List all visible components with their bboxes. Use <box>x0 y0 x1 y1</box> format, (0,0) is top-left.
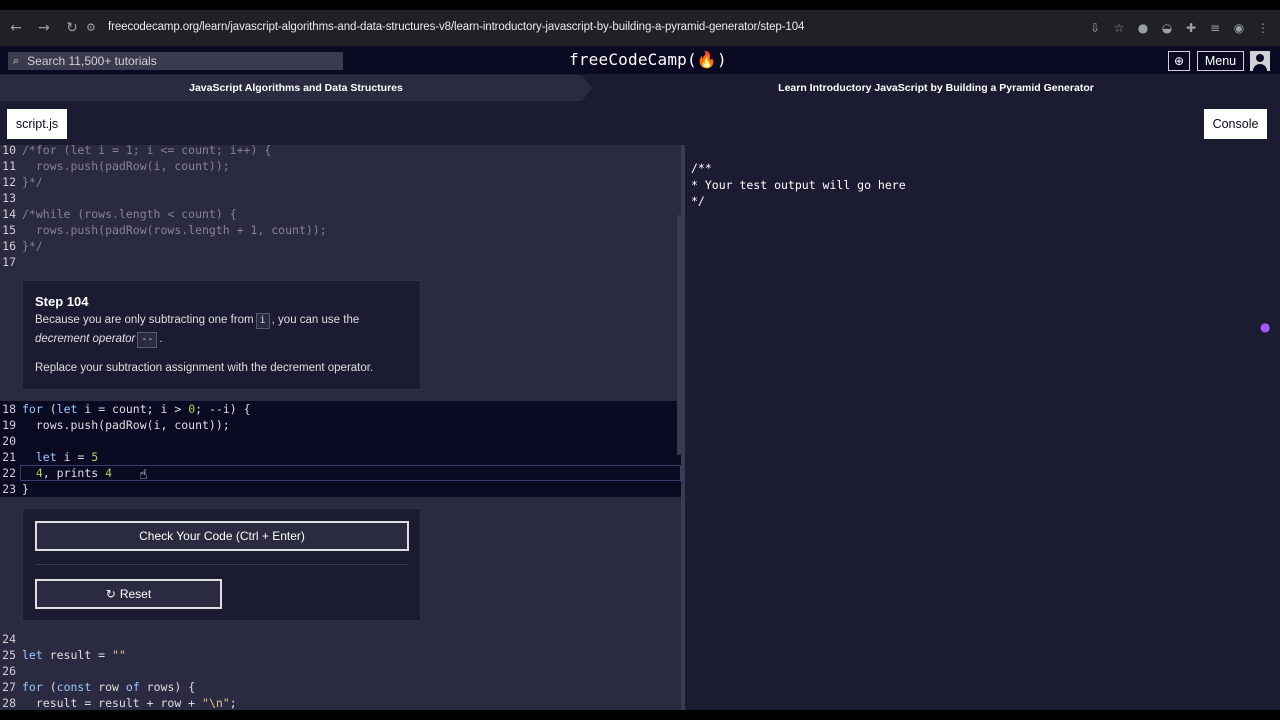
reset-button[interactable]: ↻ Reset <box>35 579 222 609</box>
line-number: 27 <box>2 680 16 694</box>
step-title: Step 104 <box>35 294 89 309</box>
console-line: * Your test output will go here <box>691 177 906 192</box>
line-number: 15 <box>2 223 16 237</box>
editor-tabbar: script.js Console <box>0 101 1280 145</box>
line-number: 25 <box>2 648 16 662</box>
line-number: 12 <box>2 175 16 189</box>
browser-actions: ⇩ ☆ ● ◒ ✚ ≡ ◉ ⋮ <box>1086 10 1272 46</box>
line-number: 20 <box>2 434 16 448</box>
code-text[interactable]: 4, prints 4 <box>22 465 112 481</box>
extension-icon[interactable]: ● <box>1134 19 1152 37</box>
breadcrumb-superblock[interactable]: JavaScript Algorithms and Data Structure… <box>0 75 592 101</box>
line-number: 26 <box>2 664 16 678</box>
console-output: /** * Your test output will go here */ <box>685 145 1280 710</box>
divider <box>35 564 409 565</box>
breadcrumb-block[interactable]: Learn Introductory JavaScript by Buildin… <box>592 75 1280 101</box>
current-line-highlight <box>20 465 681 481</box>
line-number: 18 <box>2 402 16 416</box>
fcc-navbar: ⌕ Search 11,500+ tutorials freeCodeCamp(… <box>0 46 1280 75</box>
code-text[interactable]: for (let i = count; i > 0; --i) { <box>22 401 251 417</box>
check-code-button[interactable]: Check Your Code (Ctrl + Enter) <box>35 521 409 551</box>
site-info-icon[interactable]: ⚙ <box>86 21 106 34</box>
inline-code-i: i <box>255 313 270 329</box>
step-description: Step 104 Because you are only subtractin… <box>22 280 421 390</box>
code-text[interactable]: /*for (let i = 1; i <= count; i++) { <box>22 145 271 158</box>
line-number: 10 <box>2 145 16 157</box>
mouse-cursor-icon: ☝ <box>139 467 148 483</box>
code-text[interactable]: rows.push(padRow(i, count)); <box>22 158 230 174</box>
line-number: 13 <box>2 191 16 205</box>
code-editor[interactable]: 10 /*for (let i = 1; i <= count; i++) { 11… <box>0 145 681 710</box>
reset-icon: ↻ <box>105 587 116 601</box>
line-number: 22 <box>2 466 16 480</box>
search-icon: ⌕ <box>13 54 20 67</box>
code-text[interactable]: for (const row of rows) { <box>22 679 195 695</box>
code-text[interactable]: rows.push(padRow(rows.length + 1, count)… <box>22 222 327 238</box>
console-line: */ <box>691 194 705 208</box>
media-icon[interactable]: ≡ <box>1206 19 1224 37</box>
line-number: 16 <box>2 239 16 253</box>
line-number: 14 <box>2 207 16 221</box>
action-panel: Check Your Code (Ctrl + Enter) ↻ Reset <box>22 508 421 621</box>
menu-button[interactable]: Menu <box>1197 51 1244 71</box>
window-bottom-edge <box>0 710 1280 720</box>
install-icon[interactable]: ⇩ <box>1086 19 1104 37</box>
line-number: 17 <box>2 255 16 269</box>
line-number: 11 <box>2 159 16 173</box>
code-text[interactable]: }*/ <box>22 174 43 190</box>
window-top-edge <box>0 0 1280 10</box>
search-input[interactable]: ⌕ Search 11,500+ tutorials <box>8 52 343 70</box>
bookmark-star-icon[interactable]: ☆ <box>1110 19 1128 37</box>
code-text[interactable]: let i = 5 <box>22 449 98 465</box>
line-number: 28 <box>2 696 16 710</box>
console-line: /** <box>691 161 712 175</box>
code-text[interactable]: result = result + row + "\n"; <box>22 695 237 710</box>
back-icon[interactable]: ← <box>4 16 28 40</box>
puzzle-icon[interactable]: ✚ <box>1182 19 1200 37</box>
profile-icon[interactable]: ◉ <box>1230 19 1248 37</box>
step-instruction: Because you are only subtracting one fro… <box>35 311 415 349</box>
line-number: 19 <box>2 418 16 432</box>
code-text[interactable]: } <box>22 481 29 497</box>
inline-code-decrement: -- <box>137 332 158 348</box>
fcc-logo[interactable]: freeCodeCamp(🔥) <box>569 50 727 69</box>
search-placeholder: Search 11,500+ tutorials <box>27 54 157 68</box>
avatar[interactable] <box>1250 51 1270 71</box>
incognito-icon[interactable]: ◒ <box>1158 19 1176 37</box>
language-globe-icon[interactable]: ⊕ <box>1168 51 1190 71</box>
tab-console[interactable]: Console <box>1204 109 1267 139</box>
url-text[interactable]: freecodecamp.org/learn/javascript-algori… <box>108 21 804 33</box>
kebab-menu-icon[interactable]: ⋮ <box>1254 19 1272 37</box>
code-text[interactable]: /*while (rows.length < count) { <box>22 206 237 222</box>
line-number: 21 <box>2 450 16 464</box>
browser-toolbar: ← → ↻ ⚙ freecodecamp.org/learn/javascrip… <box>0 10 1280 46</box>
forward-icon[interactable]: → <box>32 16 56 40</box>
code-text[interactable]: rows.push(padRow(i, count)); <box>22 417 230 433</box>
code-text[interactable]: let result = "" <box>22 647 126 663</box>
address-bar[interactable]: ⚙ freecodecamp.org/learn/javascript-algo… <box>80 14 1120 40</box>
tab-script-js[interactable]: script.js <box>7 109 67 139</box>
line-number: 23 <box>2 482 16 496</box>
line-number: 24 <box>2 632 16 646</box>
code-text[interactable]: }*/ <box>22 238 43 254</box>
step-task: Replace your subtraction assignment with… <box>35 362 374 374</box>
breadcrumb: JavaScript Algorithms and Data Structure… <box>0 75 1280 101</box>
extension-bubble-icon[interactable]: ● <box>1260 320 1272 334</box>
